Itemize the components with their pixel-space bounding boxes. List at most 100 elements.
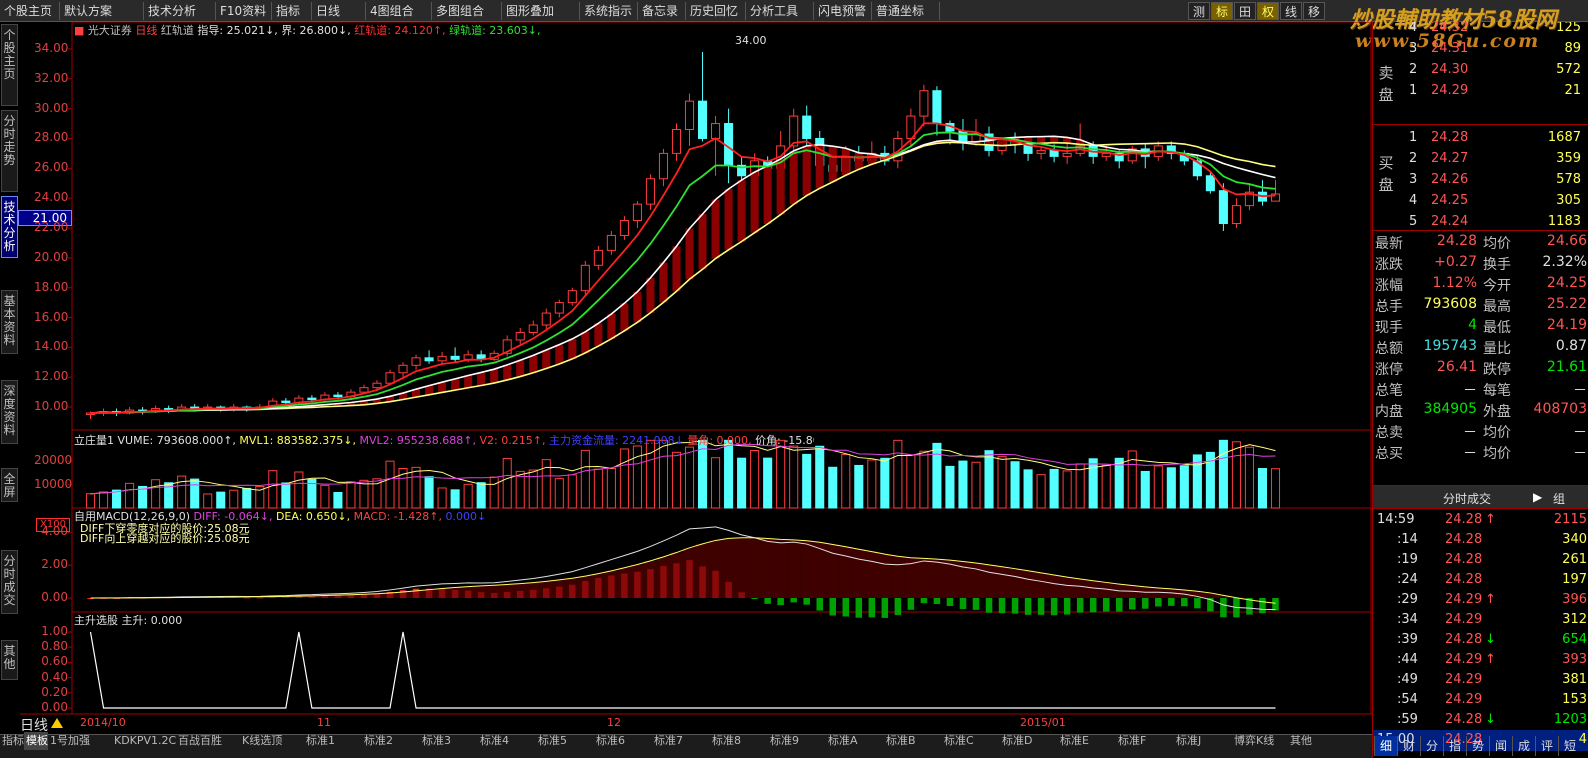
bottom-tab-5[interactable]: 百战百胜 — [176, 732, 240, 750]
macd-axis-label: 0.00 — [41, 590, 68, 604]
sell-level-row[interactable]: 2 24.30 572 — [1373, 60, 1588, 81]
band-bar — [451, 378, 460, 391]
right-tab-7[interactable]: 成 — [1512, 736, 1535, 756]
tab-tech-analysis[interactable]: 技术分析 — [1, 196, 18, 258]
buy-level-row[interactable]: 3 24.26 578 — [1373, 170, 1588, 191]
toolbar-indicator[interactable]: 指标 — [272, 2, 312, 20]
bottom-tab-8[interactable]: 标准2 — [362, 732, 420, 750]
right-tab-3[interactable]: 分 — [1420, 736, 1443, 756]
bottom-tab-15[interactable]: 标准9 — [768, 732, 826, 750]
volume-bar — [789, 445, 799, 509]
volume-bar — [112, 489, 122, 509]
bottom-tab-10[interactable]: 标准4 — [478, 732, 536, 750]
bottom-tab-1[interactable]: 指标 — [0, 732, 24, 750]
bottom-tab-2[interactable]: 模板 — [24, 732, 48, 750]
bottom-tab-17[interactable]: 标准B — [884, 732, 942, 750]
right-tab-1[interactable]: 细 — [1374, 736, 1397, 756]
right-tab-6[interactable]: 闻 — [1489, 736, 1512, 756]
period-triangle-icon[interactable] — [51, 718, 63, 728]
macd-bar — [920, 598, 928, 604]
toolbar-memo[interactable]: 备忘录 — [638, 2, 686, 20]
buy-level-row[interactable]: 1 24.28 1687 — [1373, 128, 1588, 149]
bottom-tab-12[interactable]: 标准6 — [594, 732, 652, 750]
toolbar-tech-analysis[interactable]: 技术分析 — [144, 2, 216, 20]
candle-body — [398, 364, 408, 374]
tab-stock-home[interactable]: 个股主页 — [1, 24, 18, 106]
band-bar — [646, 277, 655, 313]
bottom-tab-3[interactable]: 1号加强 — [48, 732, 112, 750]
grid-icon[interactable]: 田 — [1234, 2, 1256, 20]
bottom-tab-6[interactable]: K线选顶 — [240, 732, 304, 750]
toolbar-4chart[interactable]: 4图组合 — [366, 2, 432, 20]
candle-body — [932, 90, 942, 125]
toolbar-multi-chart[interactable]: 多图组合 — [432, 2, 502, 20]
macd-bar — [1194, 598, 1201, 609]
green-track-value: 绿轨道: 23.603↓, — [449, 24, 541, 37]
tab-other[interactable]: 其他 — [1, 640, 18, 680]
candle-body — [1231, 205, 1241, 225]
tab-basic-info[interactable]: 基本资料 — [1, 290, 18, 354]
volume-bar — [450, 489, 460, 509]
right-tab-5[interactable]: 势 — [1466, 736, 1489, 756]
macd-bar — [907, 598, 915, 610]
macd-area — [578, 576, 592, 598]
toolbar-coordinate[interactable]: 普通坐标 — [872, 2, 940, 20]
bottom-tab-18[interactable]: 标准C — [942, 732, 1000, 750]
bottom-tab-16[interactable]: 标准A — [826, 732, 884, 750]
sell-level-row[interactable]: 3 24.31 89 — [1373, 39, 1588, 60]
macd-bar — [946, 598, 954, 606]
toolbar-default-scheme[interactable]: 默认方案 — [60, 2, 144, 20]
group-button[interactable]: 组 — [1553, 490, 1565, 507]
volume-bar — [85, 493, 96, 509]
toolbar-move-button[interactable]: 移 — [1303, 2, 1325, 20]
toolbar-period[interactable]: 日线 — [312, 2, 366, 20]
bottom-tab-23[interactable]: 博弈K线 — [1232, 732, 1288, 750]
macd-bar — [1089, 598, 1097, 613]
buy-level-row[interactable]: 4 24.25 305 — [1373, 191, 1588, 212]
macd-area — [1060, 577, 1074, 598]
toolbar-history[interactable]: 历史回忆 — [686, 2, 746, 20]
toolbar-measure-button[interactable]: 测 — [1188, 2, 1210, 20]
play-icon[interactable]: ▶ — [1533, 490, 1542, 504]
tab-deep-info[interactable]: 深度资料 — [1, 380, 18, 444]
macd-bar — [1076, 598, 1084, 613]
macd-area — [683, 547, 697, 598]
buy-level-row[interactable]: 2 24.27 359 — [1373, 149, 1588, 170]
toolbar-system-indicator[interactable]: 系统指示 — [580, 2, 638, 20]
macd-bar — [959, 598, 967, 609]
guide-value: 指导: 25.021↓, 界: 26.800↓, — [197, 24, 351, 37]
right-tab-2[interactable]: 财 — [1397, 736, 1420, 756]
band-bar — [802, 145, 811, 196]
bottom-tab-21[interactable]: 标准F — [1116, 732, 1174, 750]
candle-body — [593, 249, 603, 266]
bottom-tab-13[interactable]: 标准7 — [652, 732, 710, 750]
right-tab-4[interactable]: 指 — [1443, 736, 1466, 756]
bottom-tab-14[interactable]: 标准8 — [710, 732, 768, 750]
bottom-tab-9[interactable]: 标准3 — [420, 732, 478, 750]
band-bar — [854, 152, 863, 170]
macd-area — [669, 552, 683, 598]
bottom-tab-7[interactable]: 标准1 — [304, 732, 362, 750]
toolbar-mark-button[interactable]: 标 — [1211, 2, 1233, 20]
right-tab-9[interactable]: 短 — [1558, 736, 1581, 756]
toolbar-rights-button[interactable]: 权 — [1257, 2, 1279, 20]
tab-intraday[interactable]: 分时走势 — [1, 110, 18, 192]
toolbar-analysis-tools[interactable]: 分析工具 — [746, 2, 814, 20]
bottom-tab-20[interactable]: 标准E — [1058, 732, 1116, 750]
toolbar-flash-alert[interactable]: 闪电预警 — [814, 2, 872, 20]
toolbar-f10[interactable]: F10资料 — [216, 2, 272, 20]
sell-level-row[interactable]: 1 24.29 21 — [1373, 81, 1588, 102]
right-tab-8[interactable]: 评 — [1535, 736, 1558, 756]
stat-row: 总额 195743 量比 0.87 — [1375, 338, 1587, 357]
tab-ticks[interactable]: 分时成交 — [1, 550, 18, 614]
bottom-tab-4[interactable]: KDKPV1.2C — [112, 732, 176, 750]
bottom-tab-24[interactable]: 其他 — [1288, 732, 1346, 750]
toolbar-line-button[interactable]: 线 — [1280, 2, 1302, 20]
bottom-tab-19[interactable]: 标准D — [1000, 732, 1058, 750]
sell-level-row[interactable]: 4 24.32 125 — [1373, 22, 1588, 39]
toolbar-overlay[interactable]: 图形叠加 — [502, 2, 580, 20]
bottom-tab-22[interactable]: 标准J — [1174, 732, 1232, 750]
tab-fullscreen[interactable]: 全屏 — [1, 468, 18, 502]
toolbar-stock-home[interactable]: 个股主页 — [0, 2, 60, 20]
bottom-tab-11[interactable]: 标准5 — [536, 732, 594, 750]
